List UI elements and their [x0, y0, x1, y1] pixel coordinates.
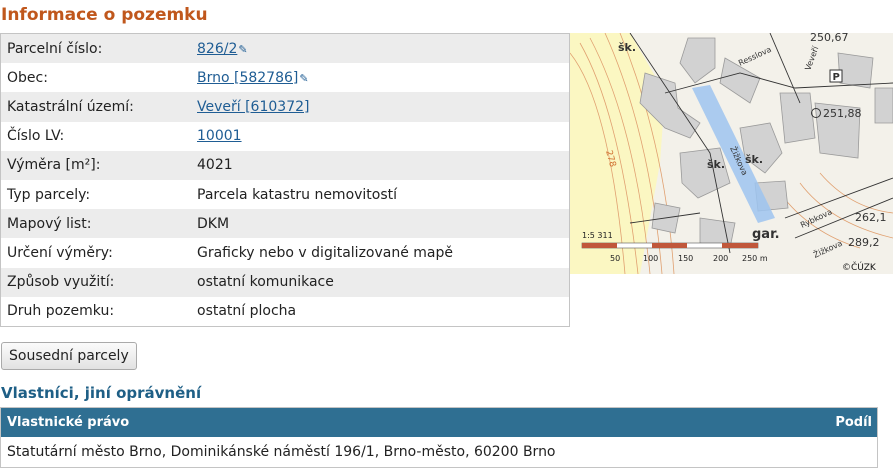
scale-tick: 150 [678, 254, 693, 263]
info-row-area: Výměra [m²]: 4021 [1, 150, 569, 180]
info-row-lv-number: Číslo LV: 10001 [1, 122, 569, 151]
scale-tick: 200 [713, 254, 728, 263]
map-height: 250,67 [810, 33, 849, 44]
parcel-map[interactable]: šk. šk. šk. gar. Resslova Veveří Žižkova… [570, 33, 893, 274]
info-row-cadastral-area: Katastrální území: Veveří [610372] [1, 92, 569, 122]
parking-icon: P [833, 72, 840, 83]
info-label: Katastrální území: [7, 98, 134, 115]
column-header-share: Podíl [835, 415, 872, 430]
map-height: 262,1 [855, 211, 887, 224]
info-label: Typ parcely: [7, 186, 91, 203]
lv-number-link[interactable]: 10001 [197, 128, 242, 144]
info-row-area-determination: Určení výměry: Graficky nebo v digitaliz… [1, 238, 569, 267]
map-height: 251,88 [823, 107, 862, 120]
neighbor-parcels-button[interactable]: Sousední parcely [1, 342, 137, 370]
parcel-number-link[interactable]: 826/2 [197, 41, 237, 57]
info-label: Způsob využití: [7, 274, 115, 291]
info-row-parcel-type: Typ parcely: Parcela katastru nemovitost… [1, 180, 569, 209]
map-copyright: ©ČÚZK [842, 261, 877, 273]
scale-tick: 250 m [742, 254, 768, 263]
map-graphic: šk. šk. šk. gar. Resslova Veveří Žižkova… [570, 33, 893, 274]
info-row-map-sheet: Mapový list: DKM [1, 209, 569, 239]
info-label: Parcelní číslo: [7, 40, 103, 57]
owners-table-header: Vlastnické právo Podíl [1, 408, 877, 437]
info-row-land-use: Způsob využití: ostatní komunikace [1, 267, 569, 297]
map-label: šk. [745, 153, 763, 166]
info-row-land-type: Druh pozemku: ostatní plocha [1, 297, 569, 326]
info-label: Číslo LV: [7, 128, 65, 145]
scale-tick: 50 [610, 254, 620, 263]
info-value: Graficky nebo v digitalizované mapě [197, 244, 453, 261]
edit-pencil-icon[interactable]: ✎ [299, 72, 308, 85]
map-label: šk. [707, 158, 725, 171]
info-value: ostatní komunikace [197, 274, 334, 291]
info-label: Obec: [7, 69, 48, 86]
info-row-municipality: Obec: Brno [582786]✎ [1, 63, 569, 92]
info-label: Mapový list: [7, 215, 92, 232]
scale-ratio: 1:5 311 [582, 231, 613, 240]
map-label: šk. [618, 41, 636, 54]
info-value: Parcela katastru nemovitostí [197, 186, 398, 203]
map-height: 289,2 [848, 236, 880, 249]
owners-table: Vlastnické právo Podíl Statutární město … [0, 407, 878, 468]
scale-tick: 100 [643, 254, 658, 263]
info-row-parcel-number: Parcelní číslo: 826/2✎ [1, 34, 569, 64]
municipality-link[interactable]: Brno [582786] [197, 70, 298, 86]
page-title: Informace o pozemku [1, 5, 208, 25]
owner-name: Statutární město Brno, Dominikánské námě… [7, 444, 556, 460]
edit-pencil-icon[interactable]: ✎ [238, 43, 247, 56]
info-value: ostatní plocha [197, 303, 297, 320]
table-row: Statutární město Brno, Dominikánské námě… [1, 437, 877, 467]
parcel-info-table: Parcelní číslo: 826/2✎ Obec: Brno [58278… [0, 33, 570, 327]
info-label: Výměra [m²]: [7, 157, 101, 174]
map-label: gar. [752, 227, 780, 242]
info-label: Určení výměry: [7, 244, 113, 261]
info-label: Druh pozemku: [7, 303, 115, 320]
column-header-ownership: Vlastnické právo [7, 415, 130, 430]
cadastral-area-link[interactable]: Veveří [610372] [197, 99, 309, 115]
info-value: DKM [197, 215, 230, 232]
owners-heading: Vlastníci, jiní oprávnění [1, 384, 202, 402]
info-value: 4021 [197, 157, 233, 174]
